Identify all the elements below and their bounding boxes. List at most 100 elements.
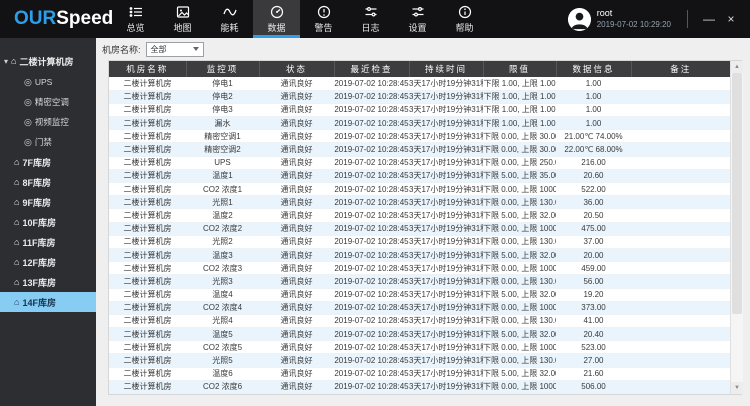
sidebar-item-room[interactable]: ⌂13F库房	[0, 272, 96, 292]
alert-icon	[317, 5, 331, 19]
sidebar-item-room[interactable]: ⌂10F库房	[0, 212, 96, 232]
table-row[interactable]: 二楼计算机房温度2通讯良好2019-07-02 10:28:453天17小时19…	[109, 209, 730, 222]
nav-item-map[interactable]: 地图	[159, 0, 206, 38]
cell-limit: 下限 0.00, 上限 1000.00	[483, 183, 556, 196]
table-row[interactable]: 二楼计算机房漏水通讯良好2019-07-02 10:28:453天17小时19分…	[109, 117, 730, 130]
cell-value: 20.40	[556, 328, 631, 341]
table-row[interactable]: 二楼计算机房CO2 浓度3通讯良好2019-07-02 10:28:453天17…	[109, 262, 730, 275]
scroll-down-icon[interactable]: ▼	[731, 382, 743, 394]
sidebar-item-access-control[interactable]: ◎ 门禁	[0, 132, 96, 152]
cell-room: 二楼计算机房	[109, 90, 186, 103]
scrollbar-thumb[interactable]	[732, 73, 742, 314]
cell-item: 温度2	[186, 209, 259, 222]
cell-checked: 2019-07-02 10:28:45	[334, 156, 409, 169]
cell-value: 506.00	[556, 380, 631, 393]
room-filter-select[interactable]: 全部	[146, 42, 204, 57]
table-row[interactable]: 二楼计算机房光照2通讯良好2019-07-02 10:28:453天17小时19…	[109, 235, 730, 248]
sidebar-item-precision-ac[interactable]: ◎ 精密空调	[0, 92, 96, 112]
vertical-scrollbar[interactable]: ▲ ▼	[730, 61, 743, 394]
cell-status: 通讯良好	[259, 117, 334, 130]
cell-item: 停电2	[186, 90, 259, 103]
user-avatar[interactable]	[568, 8, 591, 31]
nav-item-overview[interactable]: 总览	[112, 0, 159, 38]
table-row[interactable]: 二楼计算机房精密空调1通讯良好2019-07-02 10:28:453天17小时…	[109, 130, 730, 143]
table-row[interactable]: 二楼计算机房光照4通讯良好2019-07-02 10:28:453天17小时19…	[109, 314, 730, 327]
data-gauge-icon	[270, 5, 284, 19]
sidebar-item-room[interactable]: ⌂9F库房	[0, 192, 96, 212]
cell-limit: 下限 0.00, 上限 130.00	[483, 354, 556, 367]
nav-item-alerts[interactable]: 警告	[300, 0, 347, 38]
table-row[interactable]: 二楼计算机房温度3通讯良好2019-07-02 10:28:453天17小时19…	[109, 248, 730, 261]
main-content: 机房名称: 全部 机房名称 监控项 状态 最近检查 持续时间	[96, 38, 750, 406]
table-row[interactable]: 二楼计算机房停电2通讯良好2019-07-02 10:28:453天17小时19…	[109, 90, 730, 103]
cell-room: 二楼计算机房	[109, 248, 186, 261]
cell-room: 二楼计算机房	[109, 341, 186, 354]
cell-limit: 下限 0.00, 上限 1000.00	[483, 222, 556, 235]
table-row[interactable]: 二楼计算机房温度4通讯良好2019-07-02 10:28:453天17小时19…	[109, 288, 730, 301]
nav-item-settings[interactable]: 设置	[394, 0, 441, 38]
table-row[interactable]: 二楼计算机房UPS通讯良好2019-07-02 10:28:453天17小时19…	[109, 156, 730, 169]
table-row[interactable]: 二楼计算机房停电1通讯良好2019-07-02 10:28:453天17小时19…	[109, 77, 730, 90]
cell-limit: 下限 1.00, 上限 1.00	[483, 90, 556, 103]
table-row[interactable]: 二楼计算机房温度6通讯良好2019-07-02 10:28:453天17小时19…	[109, 367, 730, 380]
cell-item: 停电3	[186, 103, 259, 116]
cell-duration: 3天17小时19分钟31秒	[409, 103, 483, 116]
table-row[interactable]: 二楼计算机房CO2 浓度4通讯良好2019-07-02 10:28:453天17…	[109, 301, 730, 314]
cell-checked: 2019-07-02 10:28:45	[334, 367, 409, 380]
table-row[interactable]: 二楼计算机房温度5通讯良好2019-07-02 10:28:453天17小时19…	[109, 328, 730, 341]
cell-value: 56.00	[556, 275, 631, 288]
table-row[interactable]: 二楼计算机房CO2 浓度6通讯良好2019-07-02 10:28:453天17…	[109, 380, 730, 393]
minimize-button[interactable]: —	[698, 0, 720, 38]
sidebar-item-label: 精密空调	[35, 96, 69, 108]
settings-icon	[411, 5, 425, 19]
cell-room: 二楼计算机房	[109, 275, 186, 288]
table-row[interactable]: 二楼计算机房光照3通讯良好2019-07-02 10:28:453天17小时19…	[109, 275, 730, 288]
cell-item: CO2 浓度5	[186, 341, 259, 354]
sidebar-item-video-monitor[interactable]: ◎ 视频监控	[0, 112, 96, 132]
cell-duration: 3天17小时19分钟31秒	[409, 248, 483, 261]
cell-status: 通讯良好	[259, 367, 334, 380]
col-header-room: 机房名称	[109, 61, 186, 77]
main-nav: 总览 地图 能耗 数据 警告 日志 设置 帮助	[112, 0, 488, 38]
cell-status: 通讯良好	[259, 354, 334, 367]
cell-value: 20.50	[556, 209, 631, 222]
cell-note	[631, 248, 730, 261]
sidebar-item-ups[interactable]: ◎ UPS	[0, 72, 96, 92]
table-row[interactable]: 二楼计算机房CO2 浓度2通讯良好2019-07-02 10:28:453天17…	[109, 222, 730, 235]
sidebar-item-room[interactable]: ⌂7F库房	[0, 152, 96, 172]
nav-label: 警告	[314, 21, 332, 34]
cell-room: 二楼计算机房	[109, 196, 186, 209]
cell-status: 通讯良好	[259, 130, 334, 143]
cell-status: 通讯良好	[259, 156, 334, 169]
nav-item-data[interactable]: 数据	[253, 0, 300, 38]
cell-status: 通讯良好	[259, 248, 334, 261]
cell-item: CO2 浓度3	[186, 262, 259, 275]
home-icon: ⌂	[14, 278, 19, 287]
cell-duration: 3天17小时19分钟31秒	[409, 90, 483, 103]
table-row[interactable]: 二楼计算机房光照1通讯良好2019-07-02 10:28:453天17小时19…	[109, 196, 730, 209]
sidebar-item-room[interactable]: ⌂12F库房	[0, 252, 96, 272]
cell-limit: 下限 0.00, 上限 30.00	[483, 143, 556, 156]
sidebar-item-room[interactable]: ⌂14F库房	[0, 292, 96, 312]
cell-checked: 2019-07-02 10:28:45	[334, 143, 409, 156]
nav-item-help[interactable]: 帮助	[441, 0, 488, 38]
cell-value: 20.60	[556, 169, 631, 182]
scrollbar-track[interactable]	[731, 73, 743, 382]
scroll-up-icon[interactable]: ▲	[731, 61, 743, 73]
table-row[interactable]: 二楼计算机房停电3通讯良好2019-07-02 10:28:453天17小时19…	[109, 103, 730, 116]
table-row[interactable]: 二楼计算机房光照5通讯良好2019-07-02 10:28:453天17小时19…	[109, 354, 730, 367]
table-row[interactable]: 二楼计算机房CO2 浓度1通讯良好2019-07-02 10:28:453天17…	[109, 183, 730, 196]
sidebar-item-room[interactable]: ⌂11F库房	[0, 232, 96, 252]
table-row[interactable]: 二楼计算机房CO2 浓度5通讯良好2019-07-02 10:28:453天17…	[109, 341, 730, 354]
table-row[interactable]: 二楼计算机房温度1通讯良好2019-07-02 10:28:453天17小时19…	[109, 169, 730, 182]
nav-item-energy[interactable]: 能耗	[206, 0, 253, 38]
chevron-down-icon: ▾	[4, 57, 8, 66]
nav-item-logs[interactable]: 日志	[347, 0, 394, 38]
close-button[interactable]: ×	[720, 0, 742, 38]
table-row[interactable]: 二楼计算机房精密空调2通讯良好2019-07-02 10:28:453天17小时…	[109, 143, 730, 156]
monitor-icon: ◎	[24, 138, 32, 147]
cell-item: 温度4	[186, 288, 259, 301]
sidebar-item-room[interactable]: ⌂8F库房	[0, 172, 96, 192]
sidebar-item-room2f-group[interactable]: ▾ ⌂ 二楼计算机房	[0, 50, 96, 72]
cell-checked: 2019-07-02 10:28:45	[334, 90, 409, 103]
